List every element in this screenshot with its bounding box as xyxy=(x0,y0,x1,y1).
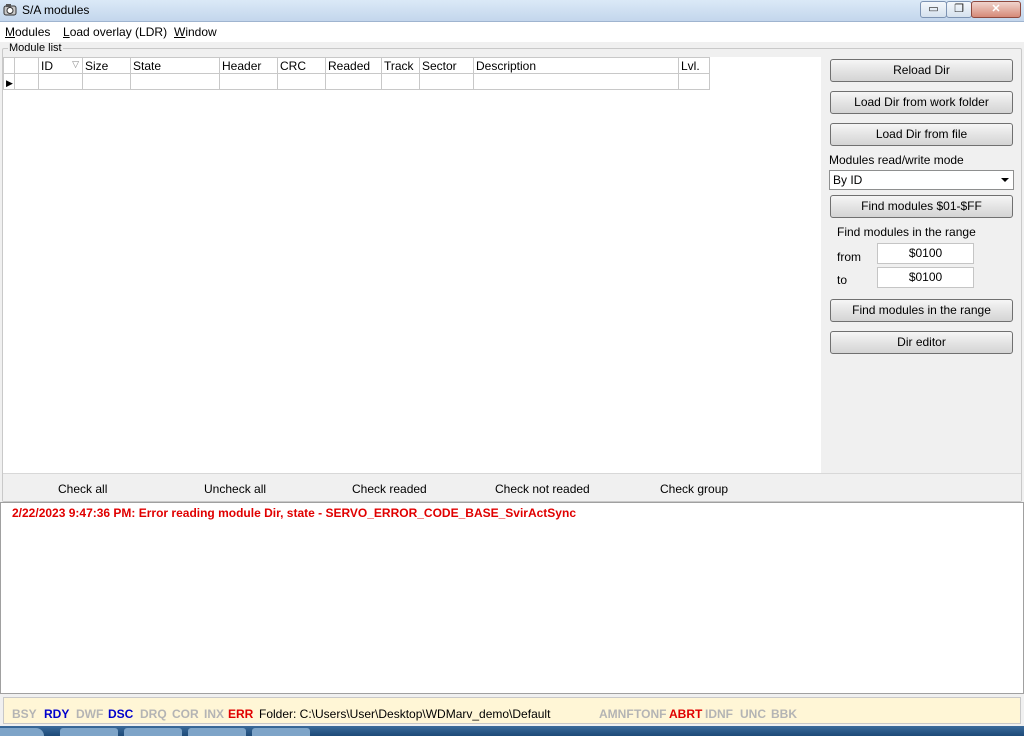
menu-label: odules xyxy=(15,25,51,39)
table-cell[interactable] xyxy=(381,73,420,90)
dir-editor-button[interactable]: Dir editor xyxy=(830,331,1013,354)
taskbar-app-button[interactable] xyxy=(124,728,182,736)
status-flag-bbk: BBK xyxy=(771,707,797,721)
table-cell[interactable] xyxy=(219,73,278,90)
from-label: from xyxy=(837,250,861,264)
status-flag-bsy: BSY xyxy=(12,707,37,721)
title-bar: S/A modules ▭ ❐ ✕ xyxy=(0,0,1024,22)
check-all-link[interactable]: Check all xyxy=(58,482,107,496)
check-not-readed-link[interactable]: Check not readed xyxy=(495,482,590,496)
table-cell[interactable] xyxy=(473,73,679,90)
column-header-track[interactable]: Track xyxy=(381,57,420,74)
table-cell[interactable] xyxy=(130,73,220,90)
close-icon: ✕ xyxy=(991,3,1001,15)
menu-bar: Modules Load overlay (LDR) Window xyxy=(0,22,1024,42)
restore-icon: ❐ xyxy=(954,3,964,15)
taskbar xyxy=(0,726,1024,736)
close-button[interactable]: ✕ xyxy=(971,1,1021,18)
status-flag-abrt: ABRT xyxy=(669,707,703,721)
find-modules-all-button[interactable]: Find modules $01-$FF xyxy=(830,195,1013,218)
current-row-icon: ▶ xyxy=(6,77,13,88)
window-title: S/A modules xyxy=(22,3,90,17)
table-cell[interactable] xyxy=(38,73,83,90)
taskbar-app-button[interactable] xyxy=(188,728,246,736)
row-indicator: ▶ xyxy=(3,73,15,90)
menu-mnemonic: M xyxy=(5,25,15,39)
taskbar-app-button[interactable] xyxy=(252,728,310,736)
start-button[interactable] xyxy=(0,728,44,736)
app-icon xyxy=(3,4,17,16)
menu-mnemonic: L xyxy=(63,25,70,39)
table-cell[interactable] xyxy=(14,73,39,90)
taskbar-app-button[interactable] xyxy=(60,728,118,736)
row-header-corner xyxy=(3,57,15,74)
status-flag-amnf: AMNF xyxy=(599,707,634,721)
column-header-readed[interactable]: Readed xyxy=(325,57,382,74)
menu-modules[interactable]: Modules xyxy=(5,25,50,39)
column-header-lvl[interactable]: Lvl. xyxy=(678,57,710,74)
log-error-line: 2/22/2023 9:47:36 PM: Error reading modu… xyxy=(12,506,576,520)
range-to-input[interactable]: $0100 xyxy=(877,267,974,288)
menu-window[interactable]: Window xyxy=(174,25,217,39)
find-modules-range-button[interactable]: Find modules in the range xyxy=(830,299,1013,322)
status-flag-cor: COR xyxy=(172,707,199,721)
status-flag-drq: DRQ xyxy=(140,707,167,721)
check-group-link[interactable]: Check group xyxy=(660,482,728,496)
column-header-state[interactable]: State xyxy=(130,57,220,74)
check-readed-link[interactable]: Check readed xyxy=(352,482,427,496)
table-cell[interactable] xyxy=(277,73,326,90)
column-header-header[interactable]: Header xyxy=(219,57,278,74)
status-flags: BSY RDY DWF DSC DRQ COR INX ERR Folder: … xyxy=(3,697,1021,724)
column-spacer xyxy=(14,57,39,74)
table-cell[interactable] xyxy=(325,73,382,90)
table-cell[interactable] xyxy=(82,73,131,90)
status-flag-idnf: IDNF xyxy=(705,707,733,721)
reload-dir-button[interactable]: Reload Dir xyxy=(830,59,1013,82)
sort-indicator-icon: ▽ xyxy=(72,58,79,69)
load-dir-work-folder-button[interactable]: Load Dir from work folder xyxy=(830,91,1013,114)
chevron-down-icon xyxy=(1001,178,1009,182)
status-flag-tonf: TONF xyxy=(634,707,667,721)
menu-label: oad overlay (LDR) xyxy=(69,25,168,39)
restore-button[interactable]: ❐ xyxy=(946,1,972,18)
uncheck-all-link[interactable]: Uncheck all xyxy=(204,482,266,496)
status-flag-dwf: DWF xyxy=(76,707,104,721)
column-header-id[interactable]: ID ▽ xyxy=(38,57,83,74)
rw-mode-value: By ID xyxy=(833,173,863,187)
status-flag-dsc: DSC xyxy=(108,707,134,721)
check-actions-row: Check all Uncheck all Check readed Check… xyxy=(3,473,1021,501)
load-dir-from-file-button[interactable]: Load Dir from file xyxy=(830,123,1013,146)
log-panel[interactable]: 2/22/2023 9:47:36 PM: Error reading modu… xyxy=(0,502,1024,694)
to-label: to xyxy=(837,273,848,287)
folder-path: Folder: C:\Users\User\Desktop\WDMarv_dem… xyxy=(259,707,551,721)
menu-label: indow xyxy=(185,25,217,39)
column-header-size[interactable]: Size xyxy=(82,57,131,74)
table-cell[interactable] xyxy=(678,73,710,90)
table-header-row: ID ▽ Size State Header CRC Readed Track S… xyxy=(3,57,710,74)
rw-mode-select[interactable]: By ID xyxy=(829,170,1014,190)
minimize-icon: ▭ xyxy=(928,3,939,15)
status-flag-rdy: RDY xyxy=(44,707,70,721)
module-table[interactable]: ID ▽ Size State Header CRC Readed Track S… xyxy=(3,57,710,90)
status-flag-err: ERR xyxy=(228,707,254,721)
table-row[interactable]: ▶ xyxy=(3,73,710,90)
minimize-button[interactable]: ▭ xyxy=(920,1,947,18)
range-from-input[interactable]: $0100 xyxy=(877,243,974,264)
menu-mnemonic: W xyxy=(174,25,186,39)
rw-mode-label: Modules read/write mode xyxy=(829,153,964,167)
status-flag-unc: UNC xyxy=(740,707,766,721)
column-header-description[interactable]: Description xyxy=(473,57,679,74)
column-label: ID xyxy=(41,58,53,73)
status-flag-inx: INX xyxy=(204,707,225,721)
range-label: Find modules in the range xyxy=(837,225,976,239)
column-header-sector[interactable]: Sector xyxy=(419,57,474,74)
column-header-crc[interactable]: CRC xyxy=(277,57,326,74)
menu-load-overlay[interactable]: Load overlay (LDR) xyxy=(63,25,167,39)
status-bar: BSY RDY DWF DSC DRQ COR INX ERR Folder: … xyxy=(0,694,1024,726)
table-cell[interactable] xyxy=(419,73,474,90)
module-grid[interactable]: ID ▽ Size State Header CRC Readed Track S… xyxy=(3,57,821,473)
module-list-label: Module list xyxy=(8,42,63,54)
